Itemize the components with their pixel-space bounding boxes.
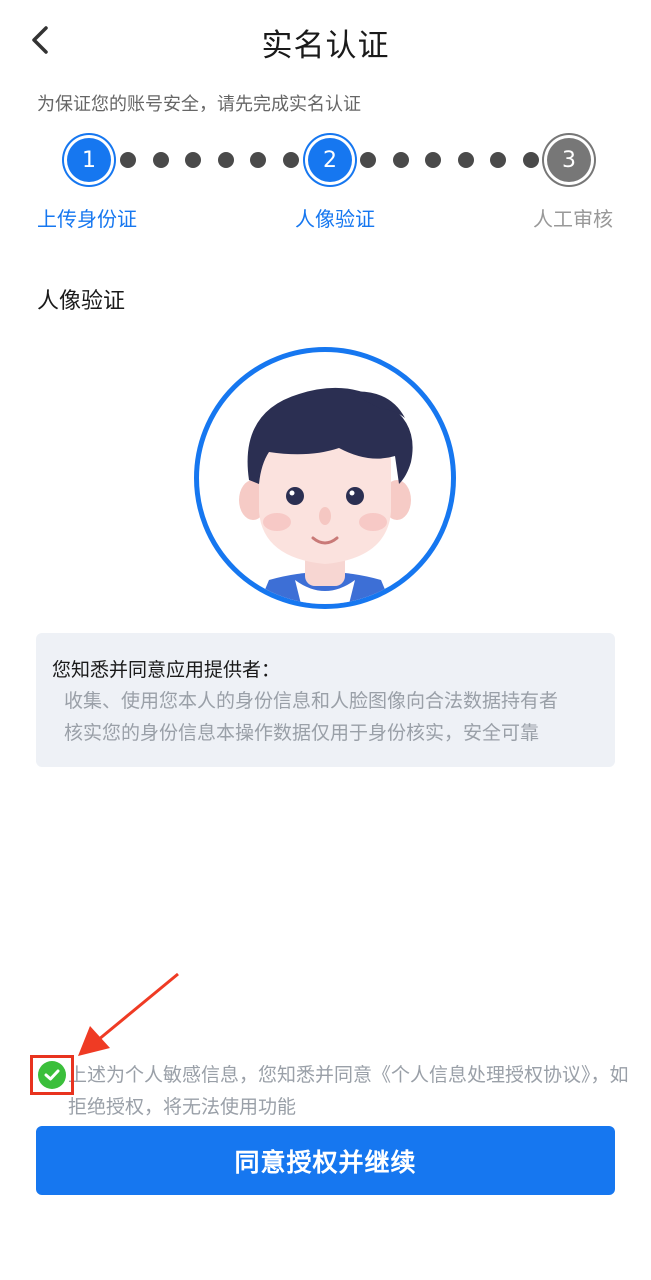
step-1-label: 上传身份证	[37, 207, 137, 231]
step-dot	[185, 152, 201, 168]
face-illustration	[239, 387, 413, 604]
checkmark-icon	[44, 1069, 60, 1081]
step-2-circle: 2	[308, 138, 352, 182]
step-dot	[283, 152, 299, 168]
step-3-circle: 3	[547, 138, 591, 182]
step-dot	[458, 152, 474, 168]
section-title: 人像验证	[37, 289, 126, 314]
face-avatar-illustration	[194, 347, 456, 609]
step-2-number: 2	[323, 147, 337, 173]
consent-line: 收集、使用您本人的身份信息和人脸图像向合法数据持有者	[64, 690, 559, 712]
step-3-label: 人工审核	[533, 207, 613, 231]
step-1-number: 1	[82, 147, 96, 173]
step-dot	[523, 152, 539, 168]
step-dot	[218, 152, 234, 168]
step-dot	[425, 152, 441, 168]
consent-line: 核实您的身份信息本操作数据仅用于身份核实，安全可靠	[64, 722, 540, 744]
check-circle	[38, 1061, 66, 1089]
agree-continue-button[interactable]: 同意授权并继续	[36, 1126, 615, 1195]
step-dot	[490, 152, 506, 168]
step-dot	[250, 152, 266, 168]
annotation-arrow-icon	[78, 972, 179, 1056]
security-notice: 为保证您的账号安全，请先完成实名认证	[37, 94, 361, 115]
step-1-circle: 1	[67, 138, 111, 182]
step-dot	[393, 152, 409, 168]
step-dot	[120, 152, 136, 168]
page-title: 实名认证	[261, 28, 390, 64]
agreement-text: 上述为个人敏感信息，您知悉并同意《个人信息处理授权协议》，如拒绝授权，将无法使用…	[68, 1064, 629, 1118]
step-2-label: 人像验证	[295, 207, 375, 231]
progress-stepper: 1 2 3	[0, 130, 651, 190]
step-3-number: 3	[562, 147, 576, 173]
agreement-checkbox[interactable]	[30, 1055, 74, 1095]
step-dot	[360, 152, 376, 168]
step-dot	[153, 152, 169, 168]
consent-heading: 您知悉并同意应用提供者：	[52, 659, 281, 681]
header: 实名认证	[0, 0, 651, 84]
consent-info-box: 您知悉并同意应用提供者： 收集、使用您本人的身份信息和人脸图像向合法数据持有者 …	[36, 633, 615, 767]
